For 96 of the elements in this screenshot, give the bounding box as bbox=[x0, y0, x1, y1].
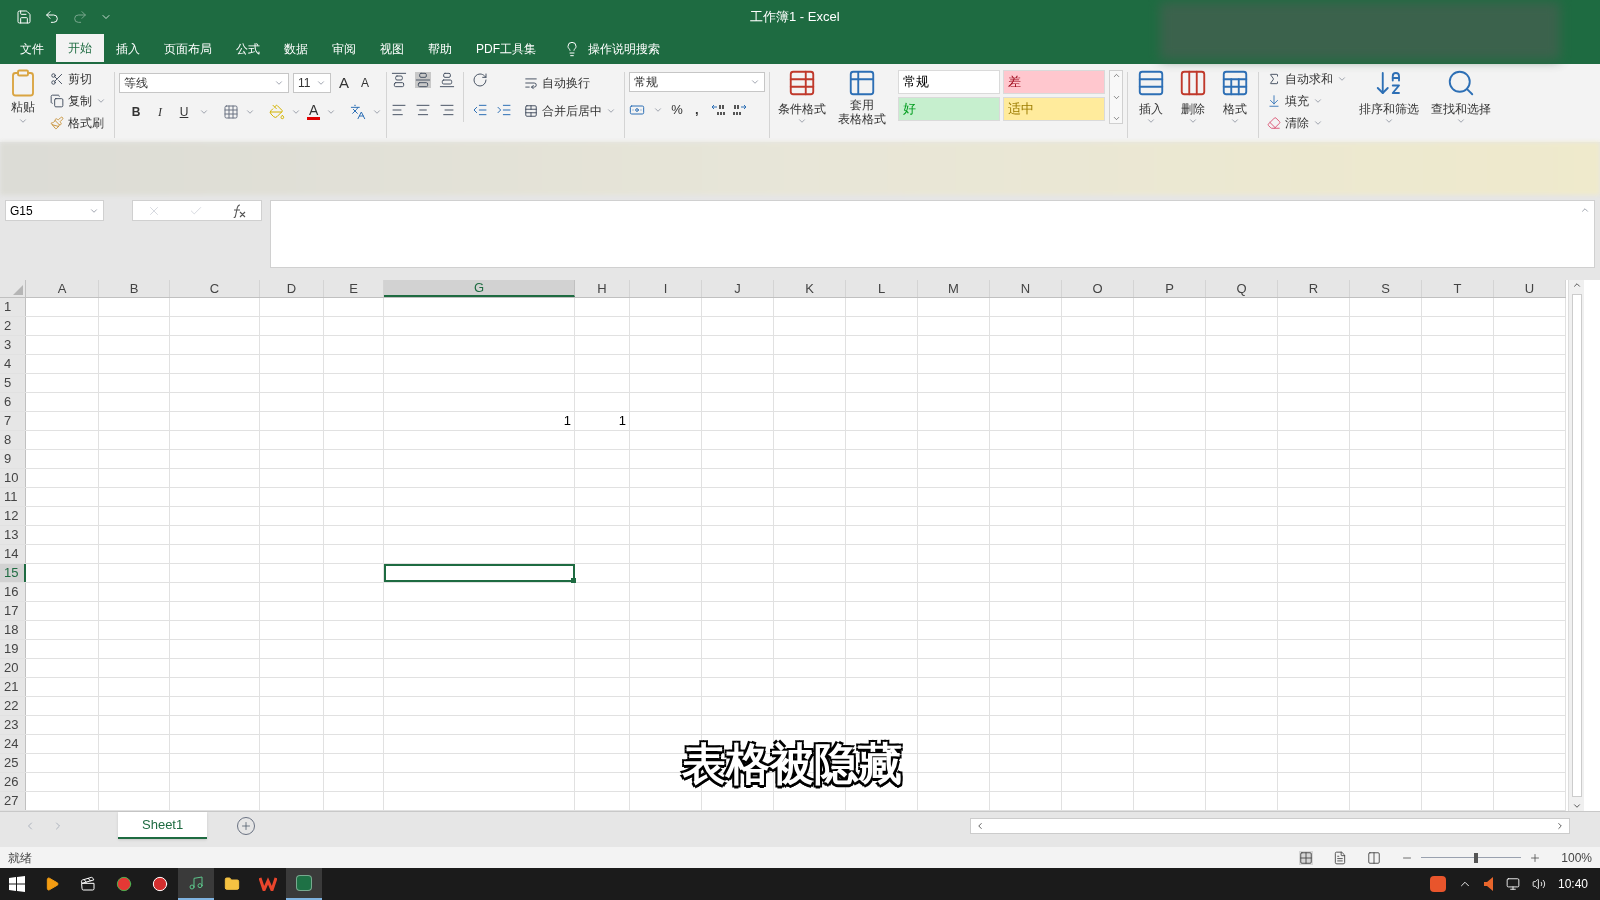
column-header[interactable]: O bbox=[1062, 280, 1134, 297]
sort-filter-button[interactable]: 排序和筛选 bbox=[1355, 68, 1424, 134]
row-header[interactable]: 24 bbox=[0, 735, 26, 753]
format-as-table-button[interactable]: 套用 表格格式 bbox=[834, 68, 891, 126]
column-header[interactable]: K bbox=[774, 280, 846, 297]
comma-button[interactable]: , bbox=[690, 100, 703, 120]
find-select-button[interactable]: 查找和选择 bbox=[1427, 68, 1496, 134]
ribbon-tab[interactable]: PDF工具集 bbox=[464, 34, 548, 64]
font-color-button[interactable]: A bbox=[307, 103, 321, 120]
table-cell-text: 1 bbox=[563, 412, 571, 431]
column-header[interactable]: Q bbox=[1206, 280, 1278, 297]
row-header[interactable]: 27 bbox=[0, 792, 26, 810]
column-header[interactable]: C bbox=[170, 280, 260, 297]
row-header[interactable]: 26 bbox=[0, 773, 26, 791]
insert-cells-button[interactable]: 插入 bbox=[1132, 68, 1171, 126]
row-header[interactable]: 8 bbox=[0, 431, 26, 449]
column-header[interactable]: B bbox=[99, 280, 170, 297]
row-header[interactable]: 14 bbox=[0, 545, 26, 563]
row-header[interactable]: 19 bbox=[0, 640, 26, 658]
font-name-field[interactable]: 等线 bbox=[119, 73, 289, 94]
ribbon-tab[interactable]: 页面布局 bbox=[152, 34, 224, 64]
ribbon-tab[interactable]: 插入 bbox=[104, 34, 152, 64]
conditional-format-button[interactable]: 条件格式 bbox=[774, 68, 831, 126]
row-header[interactable]: 12 bbox=[0, 507, 26, 525]
ribbon-tab[interactable]: 数据 bbox=[272, 34, 320, 64]
tell-me-search[interactable]: 操作说明搜索 bbox=[588, 40, 660, 58]
row-header[interactable]: 5 bbox=[0, 374, 26, 392]
row-header[interactable]: 3 bbox=[0, 336, 26, 354]
fill-button[interactable]: 填充 bbox=[1263, 90, 1352, 112]
column-header[interactable]: M bbox=[918, 280, 990, 297]
row-header[interactable]: 22 bbox=[0, 697, 26, 715]
column-header[interactable]: S bbox=[1350, 280, 1422, 297]
row-header[interactable]: 16 bbox=[0, 583, 26, 601]
row-header[interactable]: 6 bbox=[0, 393, 26, 411]
column-header[interactable]: L bbox=[846, 280, 918, 297]
paste-button[interactable]: 粘贴 bbox=[4, 68, 42, 134]
row-header[interactable]: 15 bbox=[0, 564, 26, 582]
copy-button[interactable]: 复制 bbox=[46, 90, 110, 112]
row-header[interactable]: 17 bbox=[0, 602, 26, 620]
row-header[interactable]: 1 bbox=[0, 298, 26, 316]
ribbon-tab[interactable]: 文件 bbox=[8, 34, 56, 64]
percent-button[interactable]: % bbox=[671, 100, 683, 120]
column-header[interactable]: P bbox=[1134, 280, 1206, 297]
column-header[interactable]: G bbox=[384, 280, 575, 297]
column-header[interactable]: A bbox=[26, 280, 99, 297]
row-header[interactable]: 13 bbox=[0, 526, 26, 544]
ribbon-tab[interactable]: 公式 bbox=[224, 34, 272, 64]
column-header[interactable]: D bbox=[260, 280, 324, 297]
column-header[interactable]: J bbox=[702, 280, 774, 297]
row-header[interactable]: 2 bbox=[0, 317, 26, 335]
window-title: 工作簿1 - Excel bbox=[750, 8, 840, 26]
ribbon-tab[interactable]: 审阅 bbox=[320, 34, 368, 64]
row-header[interactable]: 7 bbox=[0, 412, 26, 430]
format-painter-button[interactable]: 格式刷 bbox=[46, 112, 110, 134]
row-header[interactable]: 21 bbox=[0, 678, 26, 696]
clear-button[interactable]: 清除 bbox=[1263, 112, 1352, 134]
format-cells-button[interactable]: 格式 bbox=[1216, 68, 1255, 126]
shrink-font-button[interactable]: A bbox=[357, 74, 374, 93]
ribbon-tab[interactable]: 视图 bbox=[368, 34, 416, 64]
bold-button[interactable]: B bbox=[127, 102, 145, 121]
wrap-text-button[interactable]: 自动换行 bbox=[520, 72, 621, 94]
cell-style-option[interactable]: 差 bbox=[1003, 70, 1106, 94]
sheet-tab[interactable]: Sheet1 bbox=[118, 812, 208, 839]
ribbon-tab[interactable]: 帮助 bbox=[416, 34, 464, 64]
row-header[interactable]: 4 bbox=[0, 355, 26, 373]
grow-font-button[interactable]: A bbox=[335, 72, 353, 95]
column-header[interactable]: H bbox=[575, 280, 630, 297]
delete-cells-button[interactable]: 删除 bbox=[1174, 68, 1213, 126]
column-header[interactable]: N bbox=[990, 280, 1062, 297]
row-header[interactable]: 20 bbox=[0, 659, 26, 677]
autosum-button[interactable]: 自动求和 bbox=[1263, 68, 1352, 90]
cell-style-option[interactable]: 常规 bbox=[898, 70, 1001, 94]
row-header[interactable]: 9 bbox=[0, 450, 26, 468]
name-box[interactable]: G15 bbox=[5, 200, 104, 221]
column-header[interactable]: T bbox=[1422, 280, 1494, 297]
status-text: 就绪 bbox=[8, 849, 32, 867]
row-header[interactable]: 10 bbox=[0, 469, 26, 487]
column-header[interactable]: U bbox=[1494, 280, 1566, 297]
merge-center-button[interactable]: 合并后居中 bbox=[520, 100, 621, 122]
zoom-percent[interactable]: 100% bbox=[1561, 848, 1592, 867]
clock[interactable]: 10:40 bbox=[1557, 875, 1588, 893]
font-size-field[interactable]: 11 bbox=[293, 73, 331, 94]
ribbon-tab[interactable]: 开始 bbox=[56, 34, 104, 64]
row-header[interactable]: 18 bbox=[0, 621, 26, 639]
table-cell-text: 1 bbox=[618, 412, 626, 431]
row-header[interactable]: 11 bbox=[0, 488, 26, 506]
column-header[interactable]: I bbox=[630, 280, 702, 297]
italic-button[interactable]: I bbox=[151, 102, 169, 121]
row-header[interactable]: 25 bbox=[0, 754, 26, 772]
video-caption: 表格被隐藏 bbox=[682, 738, 902, 791]
number-format-field[interactable]: 常规 bbox=[629, 72, 766, 92]
cell-style-option[interactable]: 适中 bbox=[1003, 97, 1106, 121]
row-header[interactable]: 23 bbox=[0, 716, 26, 734]
cut-button[interactable]: 剪切 bbox=[46, 68, 110, 90]
underline-button[interactable]: U bbox=[175, 102, 193, 121]
column-header[interactable]: R bbox=[1278, 280, 1350, 297]
